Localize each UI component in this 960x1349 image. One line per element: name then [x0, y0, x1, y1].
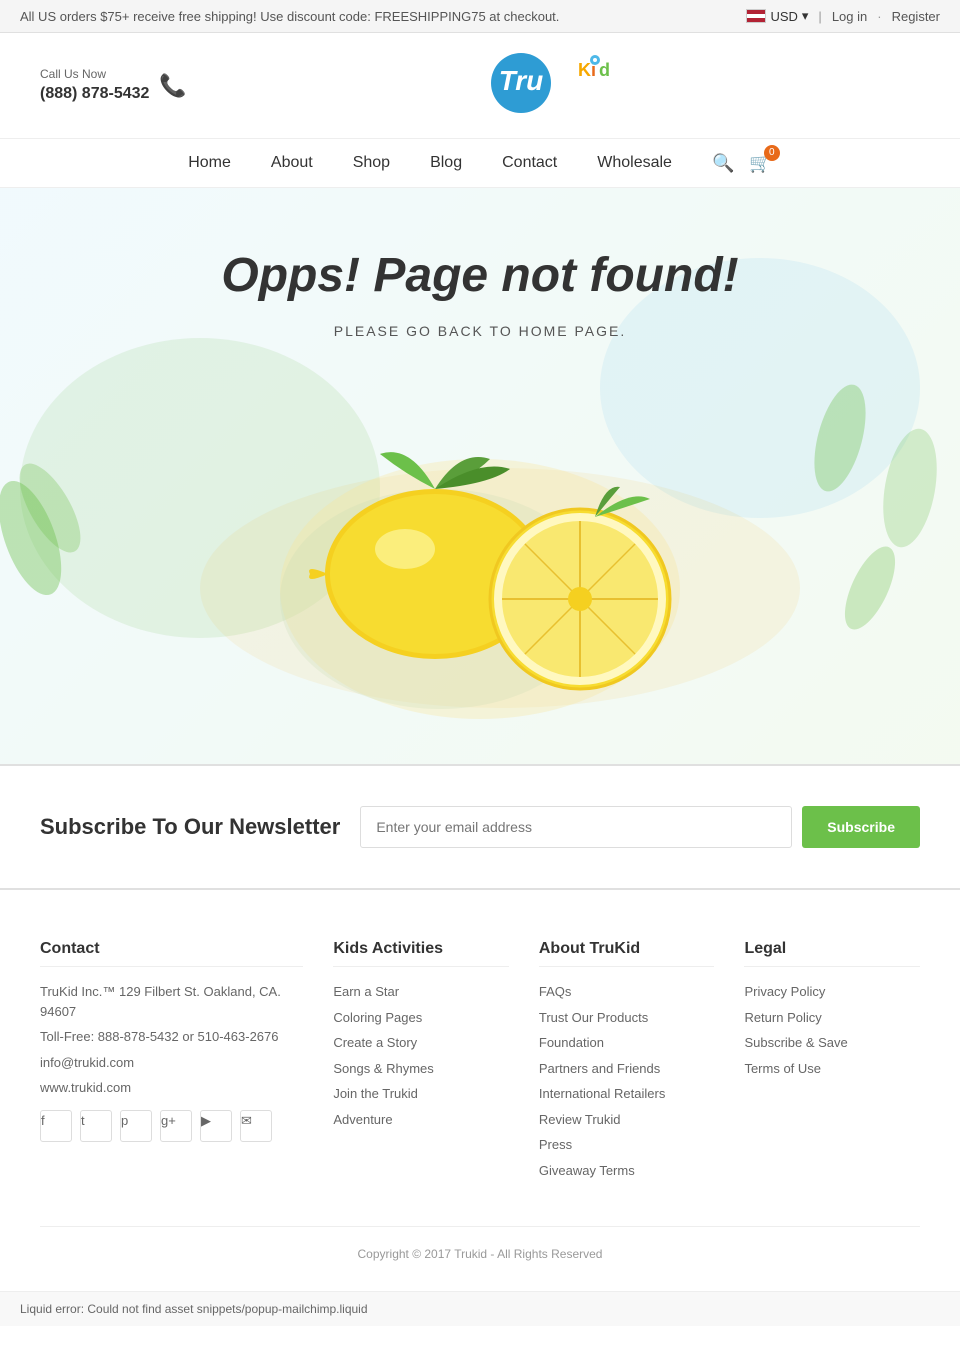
call-label: Call Us Now — [40, 66, 149, 83]
footer-email[interactable]: info@trukid.com — [40, 1053, 303, 1073]
logo[interactable]: Tru K i d — [483, 48, 623, 123]
currency-selector[interactable]: USD ▾ — [746, 8, 808, 24]
footer-tollfree: Toll-Free: 888-878-5432 or 510-463-2676 — [40, 1027, 303, 1047]
footer-link-international[interactable]: International Retailers — [539, 1084, 715, 1104]
nav-shop[interactable]: Shop — [353, 149, 390, 177]
liquid-error-notice: Liquid error: Could not find asset snipp… — [0, 1291, 960, 1326]
divider: | — [818, 9, 821, 24]
svg-text:d: d — [599, 60, 610, 80]
footer-link-join-trukid[interactable]: Join the Trukid — [333, 1084, 509, 1104]
footer-link-trust-products[interactable]: Trust Our Products — [539, 1008, 715, 1028]
svg-text:K: K — [578, 60, 591, 80]
footer-columns: Contact TruKid Inc.™ 129 Filbert St. Oak… — [40, 940, 920, 1186]
footer-contact-title: Contact — [40, 940, 303, 967]
footer-link-review[interactable]: Review Trukid — [539, 1110, 715, 1130]
footer-legal-col: Legal Privacy Policy Return Policy Subsc… — [744, 940, 920, 1186]
flag-icon — [746, 9, 766, 23]
logo-svg: Tru K i d — [483, 48, 623, 118]
phone-icon: 📞 — [159, 73, 186, 99]
nav-home[interactable]: Home — [188, 149, 231, 177]
phone-section: Call Us Now (888) 878-5432 📞 — [40, 66, 187, 105]
login-link[interactable]: Log in — [832, 9, 867, 24]
phone-info: Call Us Now (888) 878-5432 — [40, 66, 149, 105]
nav-blog[interactable]: Blog — [430, 149, 462, 177]
social-youtube[interactable]: ▶ — [200, 1110, 232, 1142]
social-google-plus[interactable]: g+ — [160, 1110, 192, 1142]
footer-kids-activities-title: Kids Activities — [333, 940, 509, 967]
subscribe-button[interactable]: Subscribe — [802, 806, 920, 848]
cart-icon[interactable]: 🛒 0 — [749, 153, 771, 174]
footer-about-title: About TruKid — [539, 940, 715, 967]
footer-link-press[interactable]: Press — [539, 1135, 715, 1155]
footer-link-faqs[interactable]: FAQs — [539, 982, 715, 1002]
nav-wholesale[interactable]: Wholesale — [597, 149, 672, 177]
footer-link-songs-rhymes[interactable]: Songs & Rhymes — [333, 1059, 509, 1079]
main-nav: Home About Shop Blog Contact Wholesale 🔍… — [0, 138, 960, 188]
svg-text:Tru: Tru — [499, 65, 544, 96]
social-email[interactable]: ✉ — [240, 1110, 272, 1142]
top-bar-right: USD ▾ | Log in · Register — [746, 8, 940, 24]
footer-link-terms[interactable]: Terms of Use — [744, 1059, 920, 1079]
search-icon[interactable]: 🔍 — [712, 153, 734, 174]
footer-about-col: About TruKid FAQs Trust Our Products Fou… — [539, 940, 715, 1186]
lemon-svg — [260, 389, 700, 719]
promo-message: All US orders $75+ receive free shipping… — [20, 9, 559, 24]
error-subtitle: PLEASE GO BACK TO HOME PAGE. — [40, 323, 920, 339]
nav-contact[interactable]: Contact — [502, 149, 557, 177]
error-content: Opps! Page not found! PLEASE GO BACK TO … — [40, 248, 920, 724]
footer-link-adventure[interactable]: Adventure — [333, 1110, 509, 1130]
footer-link-create-story[interactable]: Create a Story — [333, 1033, 509, 1053]
error-title: Opps! Page not found! — [40, 248, 920, 303]
newsletter-email-input[interactable] — [360, 806, 792, 848]
currency-label: USD — [770, 9, 797, 24]
footer-link-return[interactable]: Return Policy — [744, 1008, 920, 1028]
footer-link-subscribe-save[interactable]: Subscribe & Save — [744, 1033, 920, 1053]
footer-link-privacy[interactable]: Privacy Policy — [744, 982, 920, 1002]
header: Call Us Now (888) 878-5432 📞 Tru K i d — [0, 33, 960, 138]
lemon-illustration — [260, 389, 700, 724]
social-icons: f t p g+ ▶ ✉ — [40, 1110, 303, 1148]
footer-bottom: Copyright © 2017 Trukid - All Rights Res… — [40, 1226, 920, 1261]
footer-link-foundation[interactable]: Foundation — [539, 1033, 715, 1053]
footer-website[interactable]: www.trukid.com — [40, 1078, 303, 1098]
cart-badge: 0 — [764, 145, 780, 161]
newsletter-section: Subscribe To Our Newsletter Subscribe — [0, 764, 960, 890]
footer: Contact TruKid Inc.™ 129 Filbert St. Oak… — [0, 890, 960, 1291]
footer-link-partners[interactable]: Partners and Friends — [539, 1059, 715, 1079]
social-twitter[interactable]: t — [80, 1110, 112, 1142]
chevron-down-icon: ▾ — [802, 8, 809, 24]
divider2: · — [877, 9, 881, 24]
footer-contact-col: Contact TruKid Inc.™ 129 Filbert St. Oak… — [40, 940, 303, 1186]
error-section: Opps! Page not found! PLEASE GO BACK TO … — [0, 188, 960, 764]
footer-link-coloring-pages[interactable]: Coloring Pages — [333, 1008, 509, 1028]
top-bar: All US orders $75+ receive free shipping… — [0, 0, 960, 33]
footer-kids-activities-col: Kids Activities Earn a Star Coloring Pag… — [333, 940, 509, 1186]
newsletter-title: Subscribe To Our Newsletter — [40, 813, 340, 842]
footer-legal-title: Legal — [744, 940, 920, 967]
nav-about[interactable]: About — [271, 149, 313, 177]
nav-icons: 🔍 🛒 0 — [712, 153, 772, 174]
footer-address: TruKid Inc.™ 129 Filbert St. Oakland, CA… — [40, 982, 303, 1021]
footer-link-giveaway[interactable]: Giveaway Terms — [539, 1161, 715, 1181]
social-pinterest[interactable]: p — [120, 1110, 152, 1142]
footer-link-earn-star[interactable]: Earn a Star — [333, 982, 509, 1002]
social-facebook[interactable]: f — [40, 1110, 72, 1142]
register-link[interactable]: Register — [892, 9, 940, 24]
copyright: Copyright © 2017 Trukid - All Rights Res… — [358, 1247, 603, 1261]
phone-number[interactable]: (888) 878-5432 — [40, 85, 149, 102]
newsletter-form: Subscribe — [360, 806, 920, 848]
